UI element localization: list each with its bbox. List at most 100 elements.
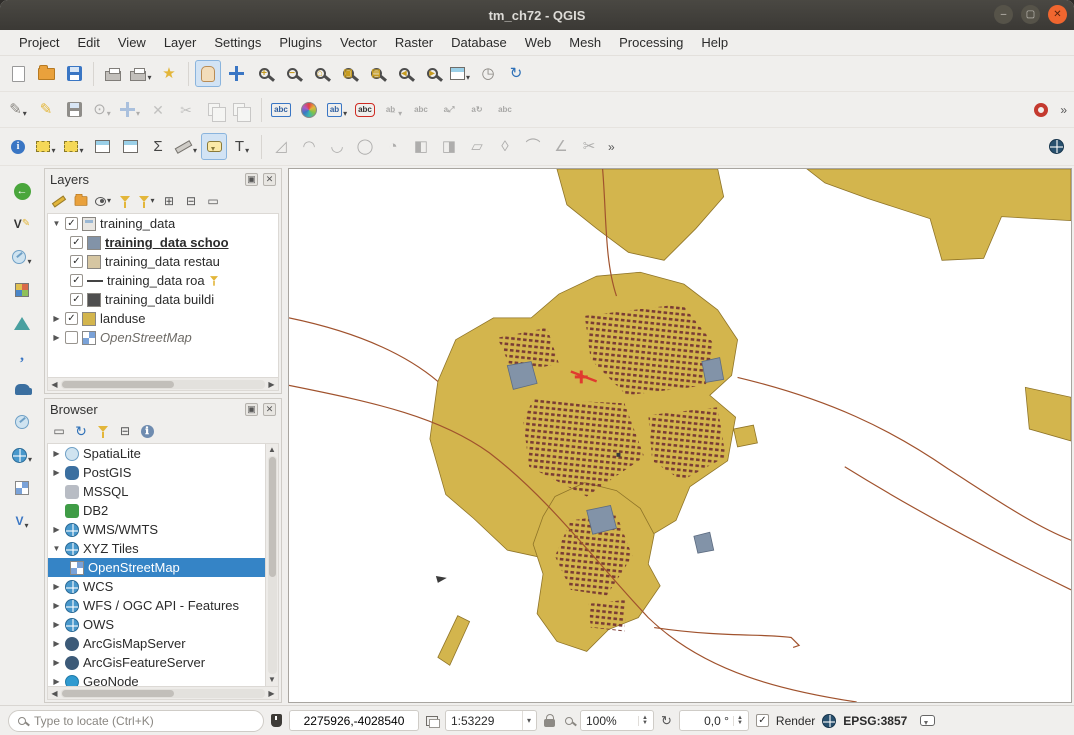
close-panel-icon[interactable]: ✕ <box>263 173 276 186</box>
menu-settings[interactable]: Settings <box>205 32 270 53</box>
rotate-label-icon[interactable]: a↻ <box>464 96 490 123</box>
layer-checkbox[interactable]: ✓ <box>70 255 83 268</box>
manage-map-themes-icon[interactable]: ▾ <box>95 193 111 209</box>
browser-item-openstreetmap[interactable]: OpenStreetMap <box>48 558 265 577</box>
layer-checkbox[interactable]: ✓ <box>70 236 83 249</box>
collapse-all-icon[interactable]: ⊟ <box>183 193 199 209</box>
label-options-icon[interactable]: ab▾ <box>324 96 350 123</box>
crs-badge[interactable]: EPSG:3857 <box>843 714 907 728</box>
add-virtual-layer-icon[interactable]: V▾ <box>7 508 37 534</box>
add-selected-layers-icon[interactable]: ▭ <box>51 423 67 439</box>
advanced-digitizing-icon[interactable]: ◡ <box>324 133 350 160</box>
locate-input[interactable] <box>32 713 254 729</box>
map-canvas[interactable] <box>288 168 1072 703</box>
layer-row-group[interactable]: ▼ ✓ training_data <box>48 214 278 233</box>
scroll-down-icon[interactable]: ▼ <box>268 674 276 686</box>
paste-features-icon[interactable]: ▾ <box>229 96 255 123</box>
new-map-view-icon[interactable]: ▾ <box>447 60 473 87</box>
layer-checkbox[interactable] <box>65 331 78 344</box>
add-delimited-text-icon[interactable]: , <box>7 343 37 369</box>
layer-row-schools[interactable]: ✓ training_data schoo <box>48 233 278 252</box>
move-feature-icon[interactable]: ▾ <box>117 96 143 123</box>
layer-labeling-icon[interactable]: abc <box>268 96 294 123</box>
new-spatialite-layer-icon[interactable]: ▾ <box>7 244 37 270</box>
collapse-all-icon[interactable]: ⊟ <box>117 423 133 439</box>
locate-search[interactable] <box>8 710 264 732</box>
browser-item-arcgisfeatureserver[interactable]: ▶ ArcGisFeatureServer <box>48 653 265 672</box>
remove-layer-icon[interactable]: ▭ <box>205 193 221 209</box>
close-button[interactable]: ✕ <box>1048 5 1067 24</box>
zoom-to-layer-icon[interactable]: ▤ <box>363 60 389 87</box>
coordinate-input[interactable] <box>295 713 413 729</box>
advanced-digitizing-icon[interactable]: ◯ <box>352 133 378 160</box>
layers-horizontal-scrollbar[interactable]: ◀ ▶ <box>47 378 279 391</box>
minimize-button[interactable]: – <box>994 5 1013 24</box>
metasearch-icon[interactable] <box>1043 133 1069 160</box>
move-label-icon[interactable]: a⤢ <box>436 96 462 123</box>
zoom-in-icon[interactable]: + <box>251 60 277 87</box>
current-edits-icon[interactable]: ✎▾ <box>5 96 31 123</box>
menu-web[interactable]: Web <box>516 32 561 53</box>
properties-info-icon[interactable]: ℹ <box>139 423 155 439</box>
new-project-icon[interactable] <box>5 60 31 87</box>
zoom-next-icon[interactable]: ▸ <box>419 60 445 87</box>
open-project-icon[interactable] <box>33 60 59 87</box>
filter-legend-icon[interactable] <box>117 193 133 209</box>
new-print-layout-icon[interactable] <box>100 60 126 87</box>
zoom-last-icon[interactable]: ◂ <box>391 60 417 87</box>
expander-icon[interactable]: ▶ <box>52 314 61 323</box>
show-layout-manager-icon[interactable]: ▾ <box>128 60 154 87</box>
browser-item-xyz-tiles[interactable]: ▼ XYZ Tiles <box>48 539 265 558</box>
menu-plugins[interactable]: Plugins <box>270 32 331 53</box>
extents-toggle-icon[interactable] <box>426 716 438 726</box>
filter-by-expression-icon[interactable]: ▾ <box>139 193 155 209</box>
browser-item-wfs[interactable]: ▶ WFS / OGC API - Features <box>48 596 265 615</box>
zoom-full-icon[interactable]: ⌂ <box>307 60 333 87</box>
save-edits-icon[interactable] <box>61 96 87 123</box>
expander-icon[interactable]: ▶ <box>52 677 61 686</box>
expander-icon[interactable]: ▼ <box>52 219 61 228</box>
scrollbar-thumb[interactable] <box>269 457 276 577</box>
layer-row-roads[interactable]: ✓ training_data roa <box>48 271 278 290</box>
advanced-digitizing-icon[interactable]: ◠ <box>296 133 322 160</box>
map-tips-icon[interactable] <box>201 133 227 160</box>
pin-labels-icon[interactable]: ab̲▾ <box>380 96 406 123</box>
new-vector-layer-icon[interactable]: V✎ <box>7 211 37 237</box>
text-annotation-icon[interactable]: T▾ <box>229 133 255 160</box>
layer-row-restaurants[interactable]: ✓ training_data restau <box>48 252 278 271</box>
expander-icon[interactable]: ▶ <box>52 468 61 477</box>
toolbar-overflow-icon[interactable]: » <box>604 140 617 154</box>
advanced-digitizing-icon[interactable]: ◔ <box>380 133 406 160</box>
menu-help[interactable]: Help <box>692 32 737 53</box>
layer-styling-wheel-icon[interactable] <box>296 96 322 123</box>
render-checkbox[interactable]: ✓ <box>756 714 769 727</box>
style-manager-icon[interactable]: ★ <box>156 60 182 87</box>
expander-icon[interactable]: ▶ <box>52 601 61 610</box>
expander-icon[interactable]: ▼ <box>52 544 61 553</box>
magnifier-combo[interactable]: 100% ▲▼ <box>580 710 654 731</box>
refresh-browser-icon[interactable]: ↻ <box>73 423 89 439</box>
temporal-controller-icon[interactable]: ◷ <box>475 60 501 87</box>
float-panel-icon[interactable]: ▣ <box>245 173 258 186</box>
save-project-icon[interactable] <box>61 60 87 87</box>
menu-database[interactable]: Database <box>442 32 516 53</box>
coordinate-field[interactable] <box>289 710 419 731</box>
advanced-digitizing-icon[interactable]: ◧ <box>408 133 434 160</box>
messages-icon[interactable] <box>920 715 935 726</box>
scroll-left-icon[interactable]: ◀ <box>48 380 61 389</box>
pan-map-icon[interactable] <box>195 60 221 87</box>
float-panel-icon[interactable]: ▣ <box>245 403 258 416</box>
browser-item-arcgismapserver[interactable]: ▶ ArcGisMapServer <box>48 634 265 653</box>
open-layer-styling-icon[interactable] <box>51 193 67 209</box>
expander-icon[interactable]: ▶ <box>52 333 61 342</box>
zoom-out-icon[interactable]: − <box>279 60 305 87</box>
advanced-digitizing-icon[interactable]: ◿ <box>268 133 294 160</box>
expander-icon[interactable]: ▶ <box>52 582 61 591</box>
expander-icon[interactable]: ▶ <box>52 639 61 648</box>
browser-item-ows[interactable]: ▶ OWS <box>48 615 265 634</box>
add-spatialite-layer-icon[interactable] <box>7 409 37 435</box>
statistics-icon[interactable]: Σ <box>145 133 171 160</box>
show-hidden-labels-icon[interactable]: abc <box>408 96 434 123</box>
menu-vector[interactable]: Vector <box>331 32 386 53</box>
scrollbar-thumb[interactable] <box>62 690 174 697</box>
